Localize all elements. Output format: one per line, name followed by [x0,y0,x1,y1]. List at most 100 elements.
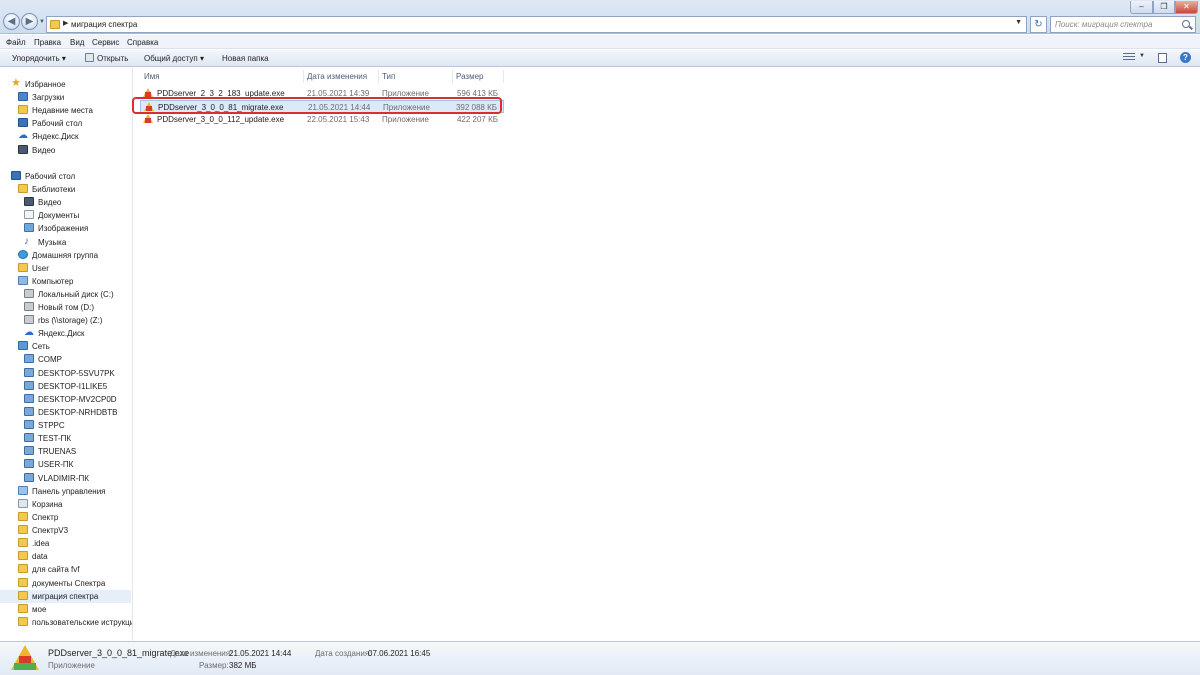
minimize-button[interactable]: – [1130,1,1153,14]
nav-item-label: DESKTOP-I1LIKE5 [38,382,108,391]
new-folder-button[interactable]: Новая папка [222,54,269,63]
file-list[interactable]: Имя Дата изменения Тип Размер PDDserver_… [134,68,1200,641]
file-size: 596 413 КБ [456,89,498,98]
nav-item-label: Сеть [32,342,50,351]
folder-icon [50,20,60,29]
nav-item[interactable]: Рабочий стол [0,117,131,130]
search-input[interactable]: Поиск: миграция спектра [1050,16,1196,33]
nav-item-label: Музыка [38,238,67,247]
column-header-type[interactable]: Тип [382,72,395,81]
nav-item[interactable]: DESKTOP-I1LIKE5 [0,380,131,393]
nav-item-label: COMP [38,355,62,364]
nav-item[interactable]: VLADIMIR-ПК [0,472,131,485]
column-header-size[interactable]: Размер [456,72,484,81]
nav-item[interactable]: Видео [0,196,131,209]
images-icon [24,223,34,232]
refresh-button[interactable]: ↻ [1030,16,1047,33]
menu-help[interactable]: Справка [127,38,158,47]
share-button[interactable]: Общий доступ ▾ [144,54,204,63]
details-created-label: Дата создания: [315,649,372,658]
menu-tools[interactable]: Сервис [92,38,119,47]
nav-item[interactable]: Видео [0,144,131,157]
application-icon [143,114,153,124]
column-divider[interactable] [303,70,304,83]
nav-item[interactable]: документы Спектра [0,577,131,590]
nav-item[interactable]: STPPC [0,419,131,432]
back-button[interactable]: ◀ [3,13,20,30]
file-type: Приложение [383,103,430,112]
views-icon[interactable] [1123,53,1135,62]
help-icon[interactable]: ? [1180,52,1191,63]
nav-item[interactable]: Документы [0,209,131,222]
nav-item[interactable]: USER-ПК [0,458,131,471]
nav-item-label: Документы [38,211,80,220]
column-header-name[interactable]: Имя [144,72,160,81]
address-dropdown-icon[interactable]: ▼ [1015,19,1022,26]
nav-item[interactable]: .idea [0,537,131,550]
nav-item[interactable]: Недавние места [0,104,131,117]
nav-item[interactable]: rbs (\\storage) (Z:) [0,314,131,327]
nav-item[interactable]: ☁ Яндекс.Диск [0,130,131,143]
close-button[interactable]: ✕ [1175,1,1198,14]
file-row[interactable]: PDDserver_3_0_0_81_migrate.exe 21.05.2021… [140,100,504,113]
nav-item[interactable]: Рабочий стол [0,170,131,183]
nav-item-label: Рабочий стол [25,172,76,181]
nav-item[interactable]: Изображения [0,222,131,235]
nav-item[interactable]: Библиотеки [0,183,131,196]
file-row[interactable]: PDDserver_2_3_2_183_update.exe 21.05.2021… [140,87,504,100]
maximize-button[interactable]: ❐ [1153,1,1175,14]
nav-item-label: СпектрV3 [32,526,69,535]
nav-item[interactable]: Новый том (D:) [0,301,131,314]
nav-item[interactable]: Корзина [0,498,131,511]
nav-item[interactable]: ☁ Яндекс.Диск [0,327,131,340]
menu-edit[interactable]: Правка [34,38,61,47]
column-divider[interactable] [378,70,379,83]
nav-item[interactable]: Локальный диск (C:) [0,288,131,301]
network-computer-icon [24,381,34,390]
column-divider[interactable] [452,70,453,83]
nav-item[interactable]: DESKTOP-NRHDBTB [0,406,131,419]
column-header-date[interactable]: Дата изменения [307,72,367,81]
nav-item[interactable]: ★ Избранное [0,78,131,91]
forward-button[interactable]: ▶ [21,13,38,30]
nav-item[interactable]: TRUENAS [0,445,131,458]
nav-item[interactable]: пользовательские иструкции [0,616,132,629]
nav-item-label: .idea [32,539,50,548]
nav-item[interactable]: DESKTOP-MV2CP0D [0,393,131,406]
nav-item[interactable]: Спектр [0,511,131,524]
nav-item[interactable]: ♪ Музыка [0,236,131,249]
nav-item[interactable]: миграция спектра [0,590,131,603]
nav-item[interactable]: data [0,550,131,563]
menu-file[interactable]: Файл [6,38,26,47]
nav-item[interactable]: Загрузки [0,91,131,104]
nav-item-label: для сайта fvf [32,565,80,574]
nav-item[interactable]: TEST-ПК [0,432,131,445]
column-divider[interactable] [503,70,504,83]
breadcrumb-current[interactable]: миграция спектра [71,20,137,29]
menu-view[interactable]: Вид [70,38,84,47]
nav-item[interactable]: DESKTOP-5SVU7PK [0,367,131,380]
nav-item[interactable]: COMP [0,353,131,366]
file-date: 21.05.2021 14:44 [308,103,371,112]
documents-icon [24,210,34,219]
navigation-pane[interactable]: ★ Избранное Загрузки Недавние места Рабочий … [0,68,133,641]
views-dropdown-icon[interactable]: ▼ [1139,53,1145,59]
nav-item-label: Недавние места [32,106,93,115]
nav-item[interactable]: Панель управления [0,485,131,498]
recent-pages-dropdown-icon[interactable]: ▼ [39,19,45,25]
network-computer-icon [24,420,34,429]
address-bar[interactable]: ▶ миграция спектра ▼ [46,16,1027,33]
file-row[interactable]: PDDserver_3_0_0_112_update.exe 22.05.2021… [140,113,504,126]
nav-item[interactable]: СпектрV3 [0,524,131,537]
nav-item[interactable]: мое [0,603,131,616]
organize-button[interactable]: Упорядочить ▾ [12,54,66,63]
nav-item-label: Яндекс.Диск [32,132,79,141]
nav-item[interactable]: Компьютер [0,275,131,288]
nav-item[interactable]: Домашняя группа [0,249,131,262]
nav-item[interactable]: для сайта fvf [0,563,131,576]
breadcrumb-arrow-icon[interactable]: ▶ [63,19,68,27]
nav-item[interactable]: User [0,262,131,275]
nav-item[interactable]: Сеть [0,340,131,353]
open-button[interactable]: Открыть [97,54,128,63]
preview-pane-icon[interactable] [1158,53,1167,63]
